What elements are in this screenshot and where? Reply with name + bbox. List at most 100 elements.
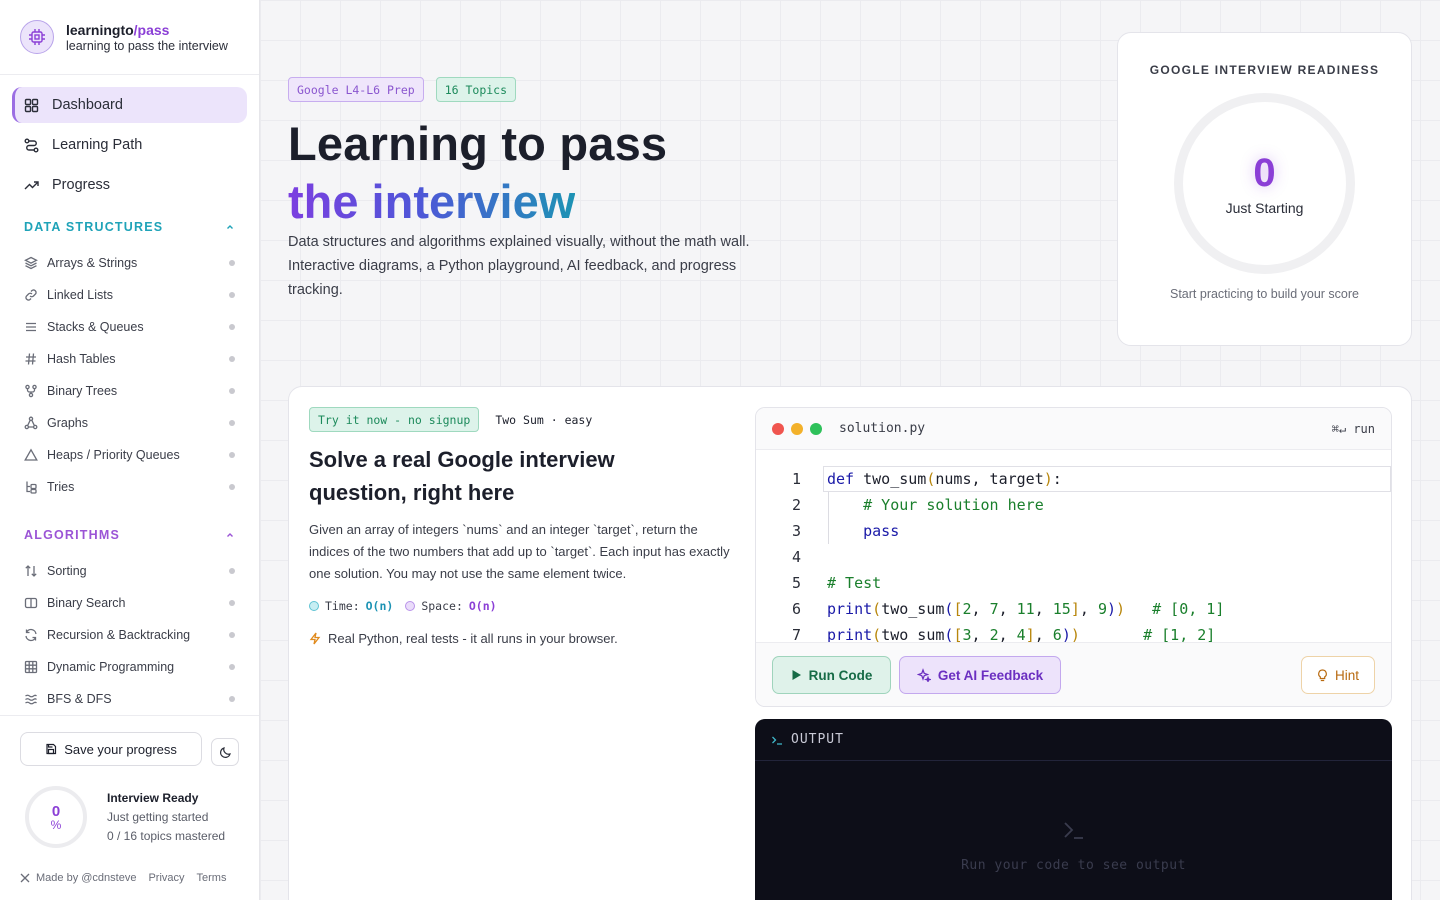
topic-binary-trees[interactable]: Binary Trees [0,375,259,407]
code-editor[interactable]: solution.py ⌘↵ run 1 def two_sum(nums, ta… [755,407,1392,707]
list-icon [26,322,36,332]
prep-badge: Google L4-L6 Prep [288,77,424,102]
challenge-title: Solve a real Google interview question, … [309,447,615,505]
triangle-icon [24,448,38,461]
topic-heaps[interactable]: Heaps / Priority Queues [0,439,259,471]
status-dot [229,568,235,574]
status-dot [229,292,235,298]
status-dot [229,484,235,490]
readiness-ring: 0 Just Starting [1174,93,1355,274]
terminal-prompt-icon [1063,822,1083,839]
time-icon [309,601,319,611]
theme-toggle-button[interactable] [211,738,239,766]
readiness-subtitle: Start practicing to build your score [1170,287,1359,301]
privacy-link[interactable]: Privacy [148,872,184,884]
topics-badge: 16 Topics [435,77,517,102]
ready-count: 0 / 16 topics mastered [107,829,226,843]
window-maximize-dot [810,422,822,435]
hint-button[interactable]: Hint [1301,656,1375,694]
nav-label: Learning Path [52,137,143,153]
section-data-structures[interactable]: DATA STRUCTURES [0,217,259,237]
code-lines[interactable]: 1 def two_sum(nums, target): 2 # Your sol… [756,466,1391,648]
moon-icon [219,746,231,758]
problem-meta: Two Sum · easy [495,412,593,427]
chevron-up-icon [227,533,233,537]
play-icon [792,670,801,680]
challenge-description: Given an array of integers `nums` and an… [309,522,730,581]
status-dot [229,420,235,426]
ready-status: Just getting started [107,810,209,824]
topic-stacks-queues[interactable]: Stacks & Queues [0,311,259,343]
tree-list-icon [26,481,37,494]
topic-binary-search[interactable]: Binary Search [0,587,259,619]
status-dot [229,356,235,362]
runtime-note: Real Python, real tests - it all runs in… [309,631,618,646]
topic-tries[interactable]: Tries [0,471,259,503]
ready-progress-ring: 0 % [25,786,87,848]
sort-arrows-icon [25,565,37,577]
hero-chips: Google L4-L6 Prep 16 Topics [288,77,528,102]
sidebar-bottom: Save your progress 0 % Interview Ready J… [0,715,259,884]
lightning-icon [309,632,321,645]
main-content: Google L4-L6 Prep 16 Topics Learning to … [260,0,1440,900]
try-now-badge: Try it now - no signup [309,407,480,432]
topic-recursion[interactable]: Recursion & Backtracking [0,619,259,651]
nav-label: Progress [52,177,111,193]
run-code-button[interactable]: Run Code [772,656,891,694]
brand-tagline: learning to pass the interview [66,38,228,53]
layers-icon [24,256,38,270]
topic-dynamic-programming[interactable]: Dynamic Programming [0,651,259,683]
code-line: 4 [791,548,801,566]
trend-up-icon [24,180,39,189]
code-line: 6 print(two_sum([2, 7, 11, 15], 9)) # [0,… [791,600,1225,618]
nav-dashboard[interactable]: Dashboard [12,87,247,123]
hash-icon [25,353,36,365]
space-icon [405,601,416,611]
topic-bfs-dfs[interactable]: BFS & DFS [0,683,259,715]
sidebar: learningto/pass learning to pass the int… [0,0,260,900]
git-branch-icon [25,384,37,398]
route-icon [24,138,39,152]
editor-header: solution.py ⌘↵ run [756,408,1391,450]
save-progress-button[interactable]: Save your progress [20,732,203,766]
output-empty-state: Run your code to see output [755,819,1392,873]
topic-linked-lists[interactable]: Linked Lists [0,279,259,311]
code-line: 2 # Your solution here [791,496,1044,514]
editor-actions: Run Code Get AI Feedback Hint [756,642,1391,706]
code-line: 5 # Test [791,574,882,592]
try-now-card: Try it now - no signup Two Sum · easy So… [288,386,1412,900]
editor-filename: solution.py [839,421,926,436]
link-icon [25,289,37,301]
table-grid-icon [24,660,38,674]
sidebar-footer: Made by @cdnsteve Privacy Terms [20,872,239,884]
split-box-icon [24,597,38,609]
waves-icon [25,694,37,705]
terms-link[interactable]: Terms [197,872,227,884]
topic-arrays-strings[interactable]: Arrays & Strings [0,247,259,279]
nav-learning-path[interactable]: Learning Path [12,127,247,163]
status-dot [229,696,235,702]
status-dot [229,324,235,330]
grid-icon [24,98,39,112]
brand-name: learningto/pass [66,21,170,38]
terminal-icon [772,736,782,745]
ready-title: Interview Ready [107,791,199,805]
chevron-up-icon [227,225,233,229]
nav-progress[interactable]: Progress [12,167,247,203]
status-dot [229,664,235,670]
brand[interactable]: learningto/pass learning to pass the int… [0,0,259,75]
x-logo-icon [20,873,30,883]
topic-graphs[interactable]: Graphs [0,407,259,439]
complexity-info: Time: O(n) Space: O(n) [309,599,497,613]
hero-title-line1: Learning to pass [288,117,668,170]
interview-ready-summary: 0 % Interview Ready Just getting started… [20,786,239,848]
ai-feedback-button[interactable]: Get AI Feedback [899,656,1061,694]
output-header: OUTPUT [755,719,1392,761]
section-algorithms[interactable]: ALGORITHMS [0,525,259,545]
status-dot [229,388,235,394]
status-dot [229,632,235,638]
topic-sorting[interactable]: Sorting [0,555,259,587]
made-by-link[interactable]: Made by @cdnsteve [36,872,136,884]
window-close-dot [772,422,784,435]
topic-hash-tables[interactable]: Hash Tables [0,343,259,375]
